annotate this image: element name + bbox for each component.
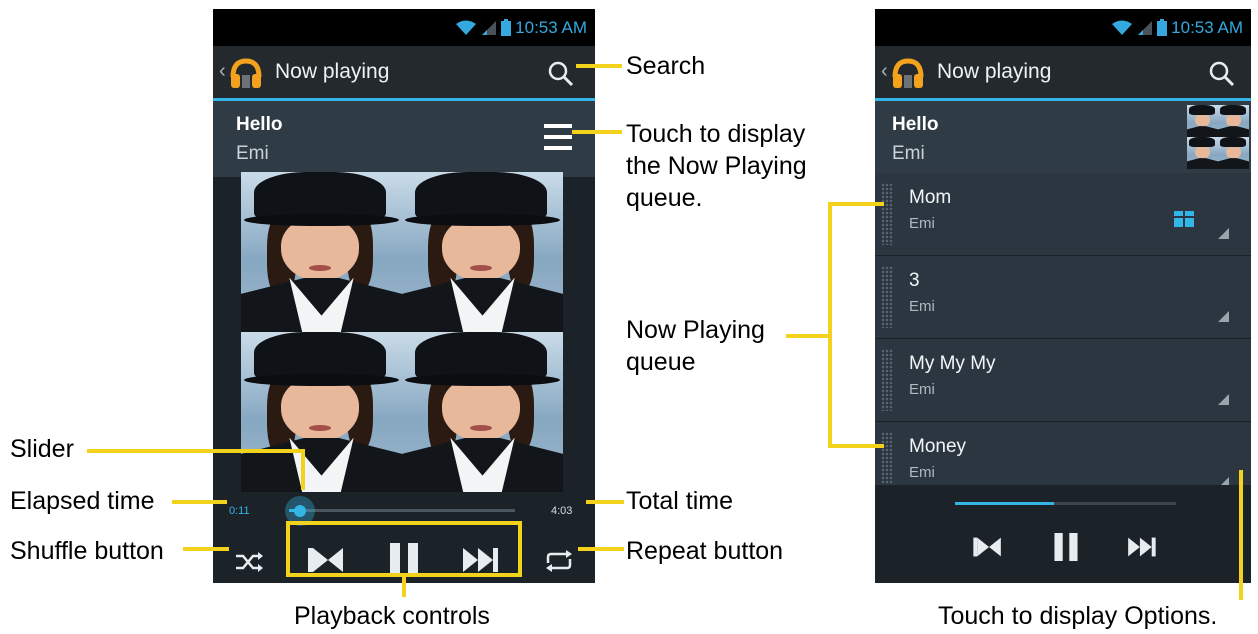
mini-player (875, 485, 1251, 583)
callout-now-playing-queue-line2: queue (626, 348, 696, 376)
queue-item-artist: Emi (909, 464, 935, 481)
callout-line (786, 334, 830, 338)
callout-options: Touch to display Options. (938, 602, 1218, 630)
queue-item-artist: Emi (909, 215, 935, 232)
drag-handle-icon[interactable] (881, 349, 893, 411)
item-options-icon[interactable] (1218, 228, 1229, 239)
callout-bracket (828, 202, 832, 446)
wifi-icon (1112, 20, 1133, 35)
album-art-tile (241, 332, 402, 492)
now-playing-indicator-icon (1174, 211, 1194, 227)
previous-icon[interactable] (971, 536, 1004, 558)
track-title: Hello (892, 114, 939, 135)
now-playing-bar[interactable]: Hello Emi (213, 101, 595, 177)
callout-line (586, 500, 624, 504)
album-art-tile (402, 332, 563, 492)
callout-total-time: Total time (626, 487, 733, 515)
shuffle-icon[interactable] (234, 551, 264, 573)
app-bar-title: Now playing (275, 60, 390, 83)
callout-line (87, 449, 303, 453)
repeat-icon[interactable] (544, 549, 574, 573)
elapsed-time: 0:11 (229, 505, 250, 517)
queue-item[interactable]: My My My Emi (875, 339, 1251, 422)
status-bar: 10:53 AM (213, 9, 595, 46)
queue-list-icon[interactable] (544, 122, 572, 152)
album-art-tile (402, 172, 563, 332)
callout-line (402, 575, 406, 597)
album-art (241, 172, 563, 492)
next-icon[interactable] (1125, 536, 1158, 558)
pause-icon[interactable] (1053, 533, 1079, 561)
callout-queue-line2: the Now Playing (626, 152, 807, 180)
queue-item-title: 3 (909, 270, 920, 291)
app-bar-title: Now playing (937, 60, 1052, 83)
status-time: 10:53 AM (1171, 17, 1243, 37)
callout-slider: Slider (10, 435, 74, 463)
callout-shuffle-button: Shuffle button (10, 537, 164, 565)
left-phone-screen: 10:53 AM ‹ Now playing Hello Emi 0:11 4:… (213, 9, 595, 583)
headphones-icon[interactable] (229, 57, 263, 91)
item-options-icon[interactable] (1218, 394, 1229, 405)
app-bar: ‹ Now playing (875, 46, 1251, 101)
wifi-icon (456, 20, 477, 35)
queue-item-title: Money (909, 436, 967, 457)
callout-line (183, 547, 229, 551)
total-time: 4:03 (551, 505, 573, 517)
track-artist: Emi (236, 143, 269, 164)
queue-item-artist: Emi (909, 381, 935, 398)
chevron-left-icon[interactable]: ‹ (219, 60, 226, 83)
signal-icon (482, 20, 497, 35)
callout-line (576, 64, 622, 68)
drag-handle-icon[interactable] (881, 183, 893, 245)
callout-queue-line3: queue. (626, 184, 703, 212)
now-playing-bar[interactable]: Hello Emi (875, 101, 1251, 173)
search-icon[interactable] (547, 60, 575, 88)
track-title: Hello (236, 114, 283, 135)
callout-search: Search (626, 52, 706, 80)
callout-line (1239, 470, 1243, 600)
album-art-thumbnail[interactable] (1187, 105, 1249, 169)
seek-track[interactable] (289, 509, 515, 512)
search-icon[interactable] (1208, 60, 1236, 88)
callout-elapsed-time: Elapsed time (10, 487, 155, 515)
seek-progress (955, 502, 1055, 505)
callout-now-playing-queue-line1: Now Playing (626, 316, 765, 344)
queue-item-title: Mom (909, 187, 952, 208)
queue-item[interactable]: 3 Emi (875, 256, 1251, 339)
track-artist: Emi (892, 143, 925, 164)
queue-item[interactable]: Mom Emi (875, 173, 1251, 256)
signal-icon (1138, 20, 1153, 35)
chevron-left-icon[interactable]: ‹ (881, 60, 888, 83)
queue-item-artist: Emi (909, 298, 935, 315)
callout-line (172, 500, 227, 504)
callout-repeat-button: Repeat button (626, 537, 784, 565)
headphones-icon[interactable] (891, 57, 925, 91)
callout-line (578, 547, 624, 551)
album-art-tile (241, 172, 402, 332)
drag-handle-icon[interactable] (881, 266, 893, 328)
status-bar: 10:53 AM (875, 9, 1251, 46)
status-time: 10:53 AM (515, 17, 587, 37)
app-bar: ‹ Now playing (213, 46, 595, 101)
callout-line (572, 130, 622, 134)
callout-bracket (828, 202, 884, 206)
callout-queue-line1: Touch to display (626, 120, 806, 148)
callout-line (301, 449, 305, 490)
battery-icon (501, 19, 512, 36)
queue-item-title: My My My (909, 353, 996, 374)
item-options-icon[interactable] (1218, 311, 1229, 322)
callout-box (286, 521, 522, 577)
seek-track[interactable] (955, 502, 1176, 505)
callout-playback-controls: Playback controls (294, 602, 490, 630)
callout-bracket (828, 444, 884, 448)
right-phone-screen: 10:53 AM ‹ Now playing Hello Emi Mom Emi… (875, 9, 1251, 583)
battery-icon (1157, 19, 1168, 36)
